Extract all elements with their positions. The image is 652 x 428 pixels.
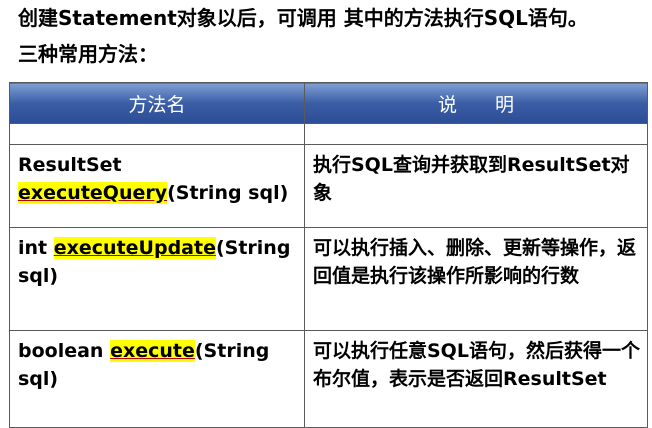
method-cell: int executeUpdate(String sql) bbox=[9, 227, 305, 331]
table-row: ResultSet executeQuery(String sql) 执行SQL… bbox=[9, 144, 648, 228]
intro-text: 创建Statement对象以后，可调用 其中的方法执行SQL语句。 bbox=[18, 6, 588, 30]
spacer-row bbox=[9, 123, 648, 145]
table-header-row: 方法名 说 明 bbox=[9, 82, 648, 124]
header-description: 说 明 bbox=[304, 82, 648, 124]
method-name: executeUpdate bbox=[53, 237, 216, 259]
table-row: boolean execute(String sql) 可以执行任意SQL语句，… bbox=[9, 330, 648, 428]
method-cell: boolean execute(String sql) bbox=[9, 330, 305, 428]
method-params: (String sql) bbox=[167, 182, 289, 204]
table-row: int executeUpdate(String sql) 可以执行插入、删除、… bbox=[9, 227, 648, 331]
method-cell: ResultSet executeQuery(String sql) bbox=[9, 144, 305, 228]
methods-table: 方法名 说 明 ResultSet executeQuery(String sq… bbox=[9, 82, 648, 428]
subtitle: 三种常用方法： bbox=[18, 42, 158, 66]
method-name: executeQuery bbox=[18, 182, 168, 204]
method-name: execute bbox=[110, 340, 195, 362]
description-cell: 执行SQL查询并获取到ResultSet对象 bbox=[304, 144, 648, 228]
header-method-name: 方法名 bbox=[9, 82, 305, 124]
return-type: int bbox=[18, 237, 54, 259]
description-cell: 可以执行插入、删除、更新等操作，返回值是执行该操作所影响的行数 bbox=[304, 227, 648, 331]
return-type: boolean bbox=[18, 340, 111, 362]
description-cell: 可以执行任意SQL语句，然后获得一个布尔值，表示是否返回ResultSet bbox=[304, 330, 648, 428]
return-type: ResultSet bbox=[18, 154, 122, 176]
